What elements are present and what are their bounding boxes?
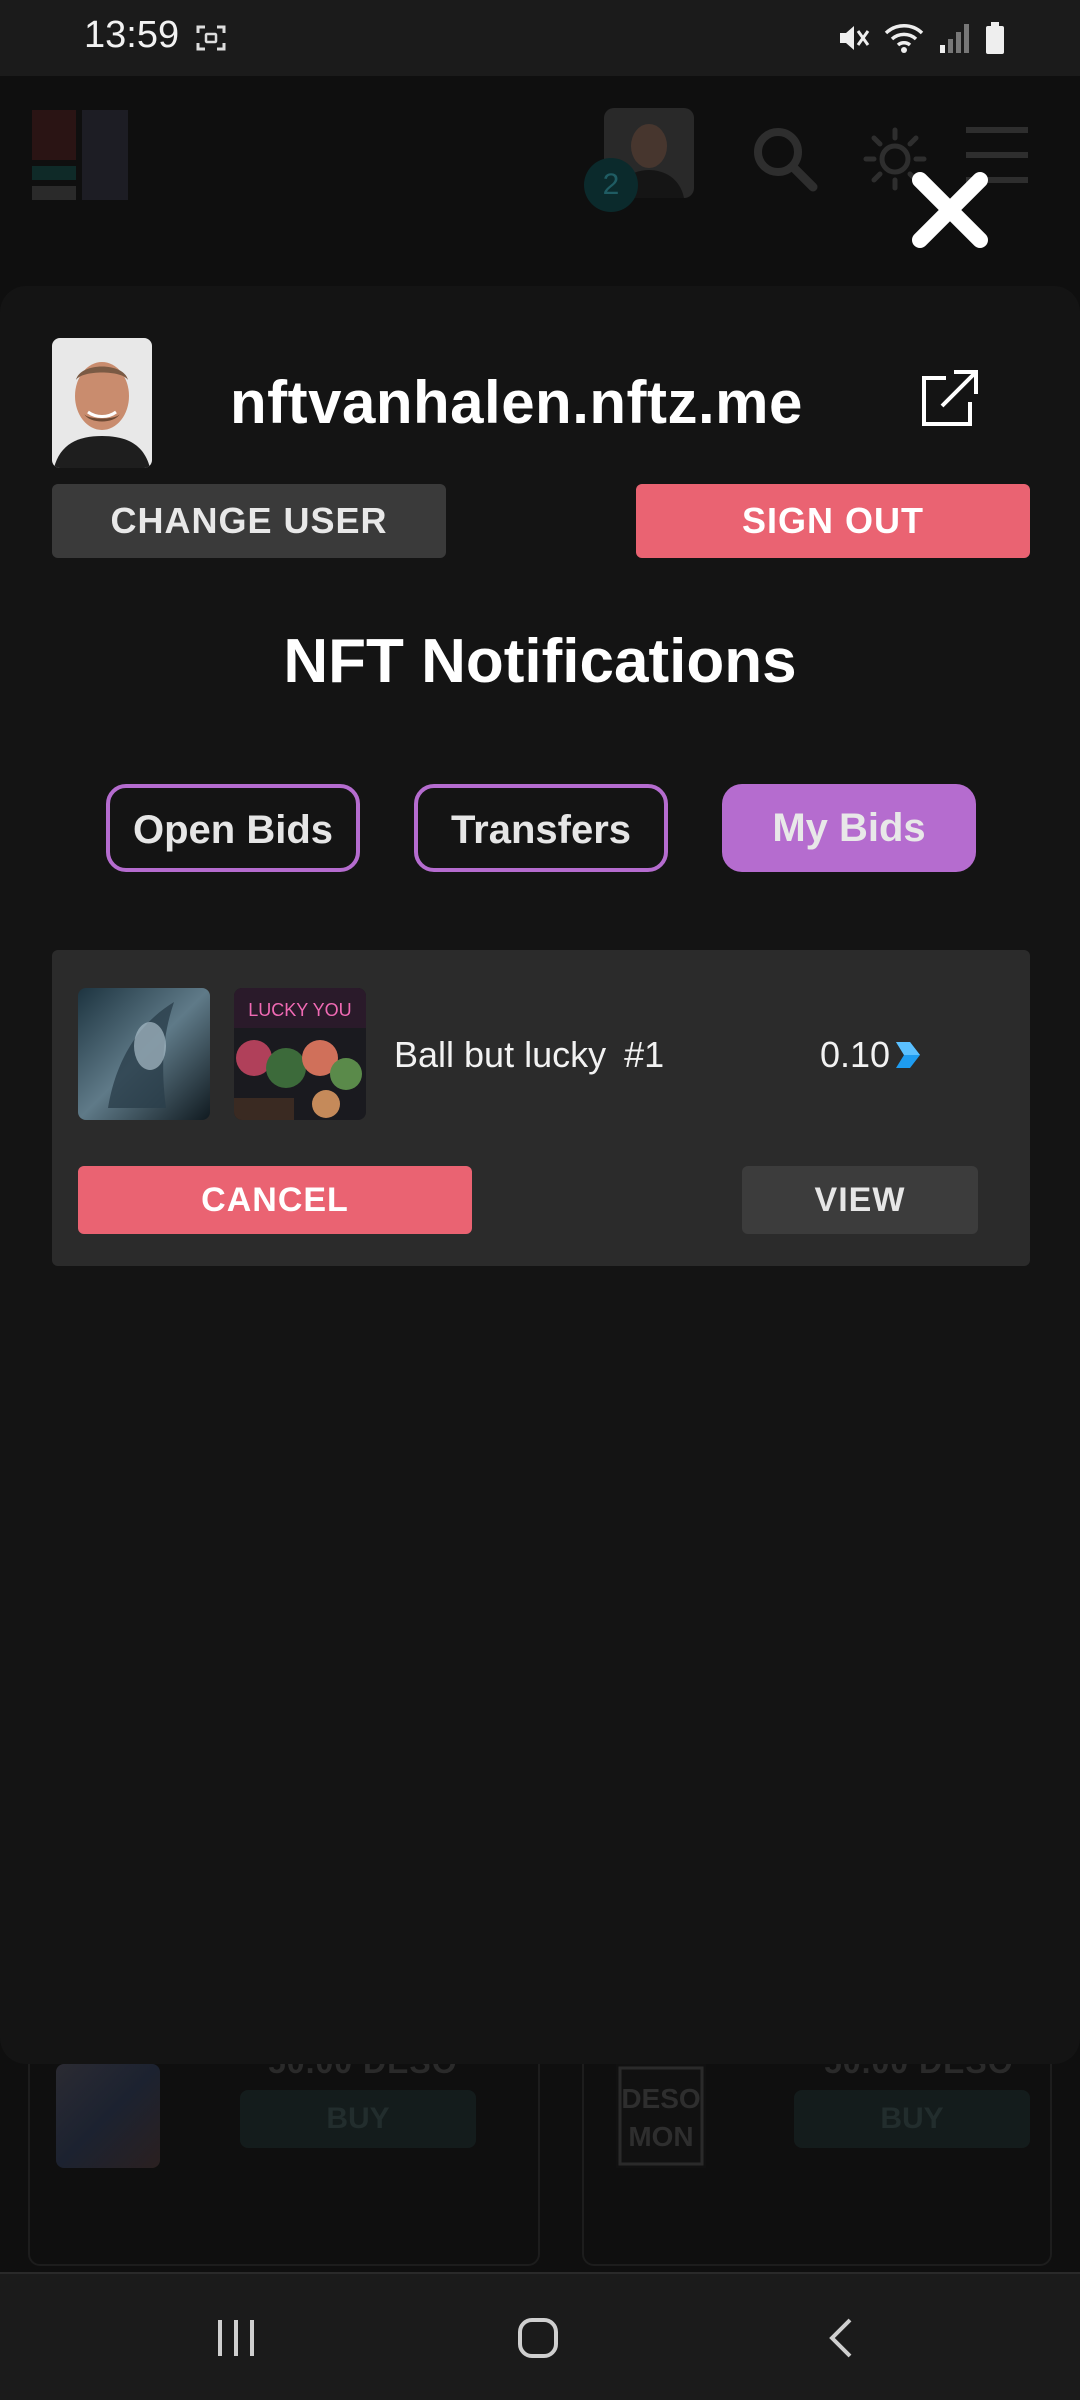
- nft-name: Ball but lucky: [394, 1034, 607, 1075]
- buy-button[interactable]: BUY: [240, 2090, 476, 2148]
- view-bid-button[interactable]: VIEW: [742, 1166, 978, 1234]
- cancel-bid-button[interactable]: CANCEL: [78, 1166, 472, 1234]
- status-icons: [836, 20, 1006, 56]
- section-title: NFT Notifications: [283, 627, 797, 696]
- bid-nft-title[interactable]: Ball but lucky #1: [394, 1034, 664, 1076]
- system-nav-bar: [0, 2272, 1080, 2400]
- tab-my-bids[interactable]: My Bids: [722, 784, 976, 872]
- notification-badge: 2: [584, 158, 638, 212]
- svg-text:MON: MON: [628, 2121, 693, 2152]
- back-icon[interactable]: [812, 2308, 872, 2368]
- battery-icon: [986, 22, 1004, 54]
- change-user-button[interactable]: CHANGE USER: [52, 484, 446, 558]
- close-icon[interactable]: [908, 168, 992, 252]
- deso-icon: [896, 1042, 920, 1068]
- svg-text:LUCKY YOU: LUCKY YOU: [248, 1000, 351, 1020]
- bid-amount: 0.10: [820, 1034, 891, 1075]
- external-link-icon[interactable]: [918, 368, 980, 430]
- nft-serial: #1: [624, 1034, 665, 1075]
- tab-transfers[interactable]: Transfers: [414, 784, 668, 872]
- user-avatar: [52, 338, 152, 468]
- buy-button[interactable]: BUY: [794, 2090, 1030, 2148]
- username: nftvanhalen.nftz.me: [230, 369, 803, 436]
- signal-icon: [940, 24, 969, 53]
- search-icon[interactable]: [750, 124, 820, 194]
- wifi-icon: [884, 24, 924, 53]
- nft-thumbnail: LUCKY YOU: [234, 988, 366, 1120]
- screen-record-icon: [196, 25, 226, 51]
- status-bar: 13:59: [0, 0, 1080, 76]
- tab-open-bids[interactable]: Open Bids: [106, 784, 360, 872]
- app-logo-icon: [32, 110, 128, 200]
- sign-out-button[interactable]: SIGN OUT: [636, 484, 1030, 558]
- status-time: 13:59: [84, 14, 180, 56]
- svg-text:DESO: DESO: [621, 2083, 700, 2114]
- bidder-nft-thumbnail: [78, 988, 210, 1120]
- background-nft-image: [56, 2064, 160, 2168]
- mute-icon: [840, 26, 870, 50]
- deso-mon-logo: DESO MON: [616, 2064, 706, 2168]
- account-modal: nftvanhalen.nftz.me CHANGE USER SIGN OUT…: [0, 286, 1080, 2064]
- home-icon[interactable]: [508, 2308, 568, 2368]
- recent-apps-icon[interactable]: [206, 2308, 266, 2368]
- bid-card: LUCKY YOU Ball but lucky #1 0.10 CANCEL …: [52, 950, 1030, 1266]
